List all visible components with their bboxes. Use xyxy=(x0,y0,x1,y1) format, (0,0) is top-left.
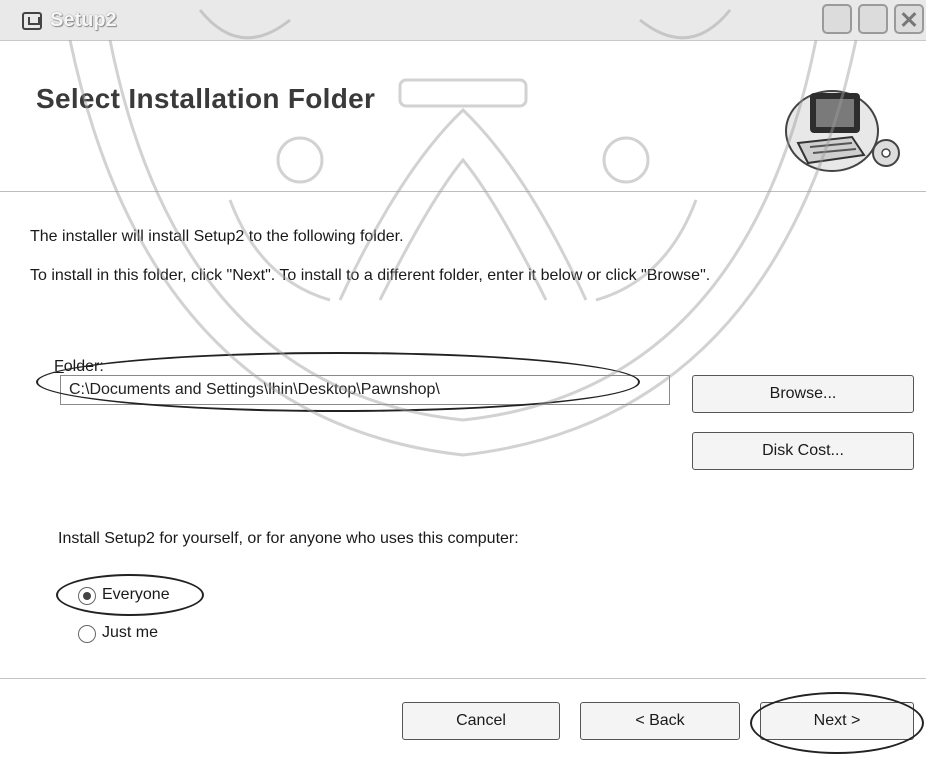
title-bar[interactable]: Setup2 xyxy=(0,0,926,41)
everyone-radio-label[interactable]: Everyone xyxy=(102,586,170,604)
folder-path-input[interactable]: C:\Documents and Settings\lhin\Desktop\P… xyxy=(60,375,670,405)
setup-window: Setup2 Select Installation Folder The in… xyxy=(0,0,926,758)
browse-button[interactable]: Browse... xyxy=(692,375,914,413)
everyone-radio[interactable] xyxy=(78,587,96,605)
window-title: Setup2 xyxy=(50,9,117,31)
setup-app-icon xyxy=(22,12,42,30)
page-title: Select Installation Folder xyxy=(36,83,376,114)
computer-install-icon xyxy=(785,90,900,172)
next-button[interactable]: Next > xyxy=(760,702,914,740)
back-button[interactable]: < Back xyxy=(580,702,740,740)
folder-label: Folder: xyxy=(54,358,104,376)
header-banner: Select Installation Folder xyxy=(0,41,926,192)
cancel-button[interactable]: Cancel xyxy=(402,702,560,740)
maximize-icon[interactable] xyxy=(858,4,888,34)
just-me-radio[interactable] xyxy=(78,625,96,643)
install-for-text: Install Setup2 for yourself, or for anyo… xyxy=(58,530,519,547)
just-me-radio-label[interactable]: Just me xyxy=(102,624,158,642)
folder-label-text: older: xyxy=(63,358,104,375)
install-info-text: The installer will install Setup2 to the… xyxy=(30,228,404,245)
close-icon[interactable] xyxy=(894,4,924,34)
minimize-icon[interactable] xyxy=(822,4,852,34)
install-instructions-text: To install in this folder, click "Next".… xyxy=(30,267,711,284)
folder-label-accelerator: F xyxy=(54,358,64,375)
disk-cost-button[interactable]: Disk Cost... xyxy=(692,432,914,470)
footer-divider xyxy=(0,678,926,679)
